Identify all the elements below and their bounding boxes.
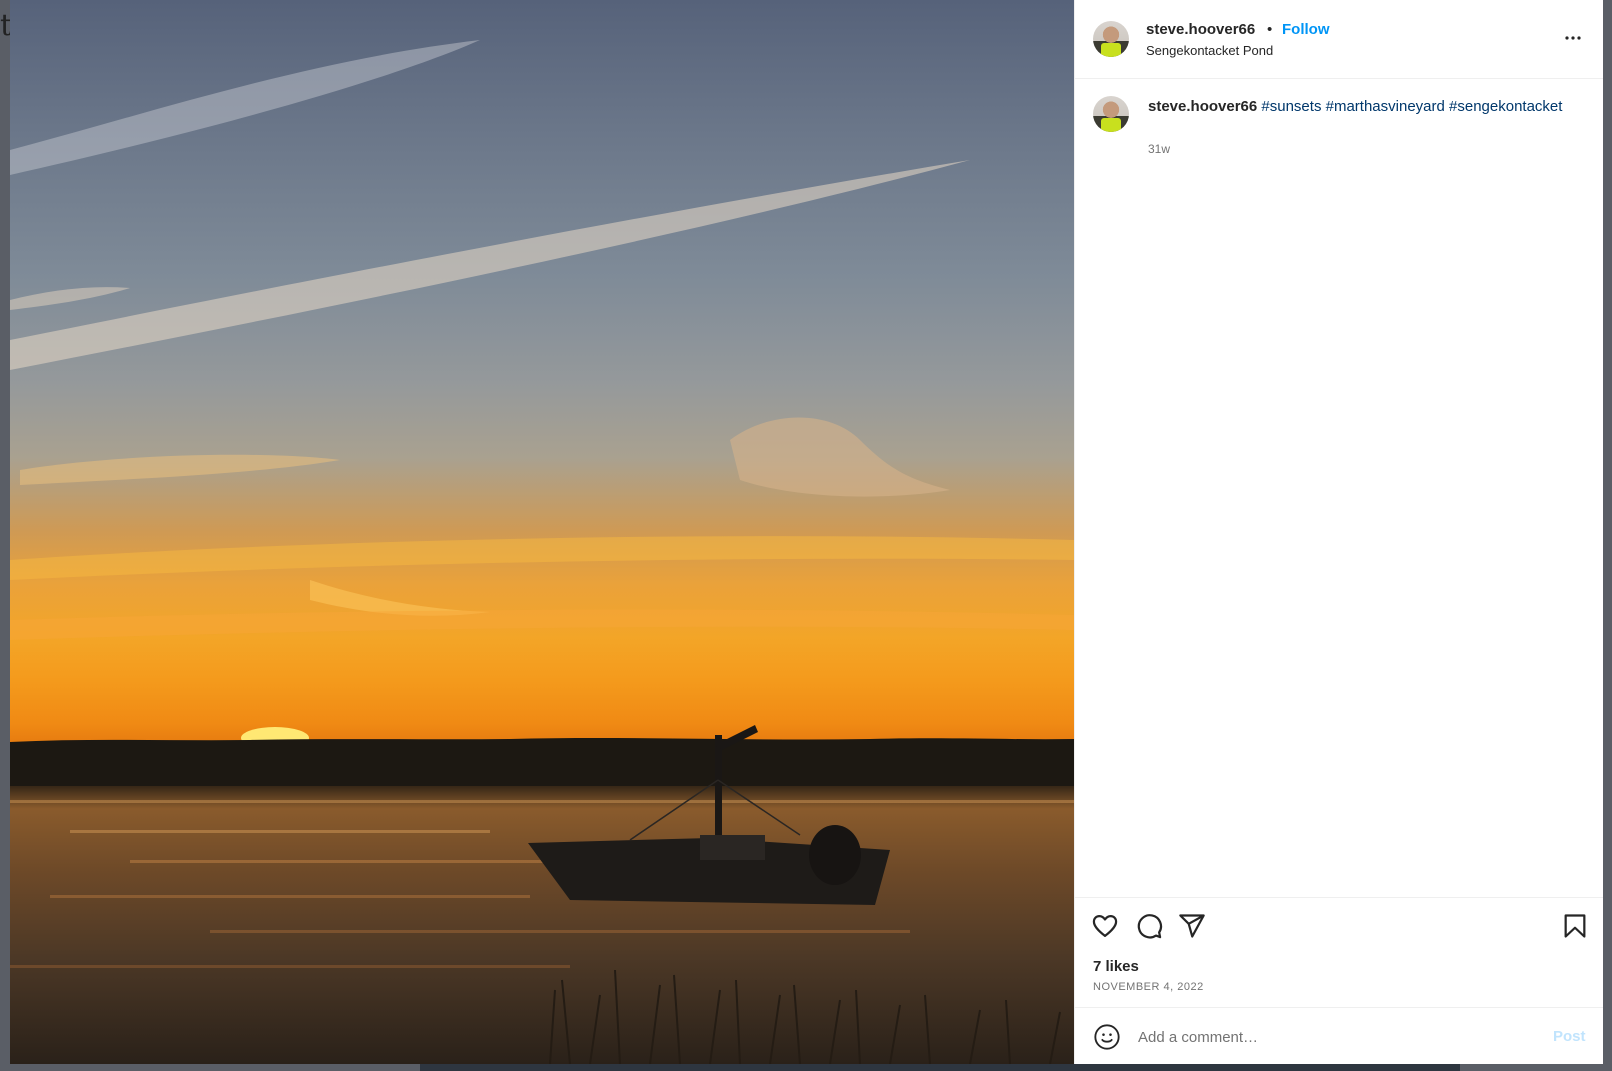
- cloud-streak: [10, 287, 130, 310]
- hashtag-link[interactable]: #sengekontacket: [1449, 98, 1562, 115]
- hashtag-link[interactable]: #sunsets: [1261, 98, 1321, 115]
- cloud-streak: [10, 40, 480, 175]
- bookmark-icon[interactable]: [1561, 912, 1589, 940]
- cloud-puff: [730, 417, 950, 497]
- follow-button[interactable]: Follow: [1282, 21, 1330, 38]
- caption-username[interactable]: steve.hoover66: [1148, 98, 1257, 115]
- treeline: [10, 738, 1074, 786]
- post-comment-button[interactable]: Post: [1553, 1028, 1586, 1045]
- cloud-streak: [310, 580, 490, 616]
- caption-avatar[interactable]: [1093, 96, 1129, 132]
- post-photo[interactable]: [10, 0, 1074, 1064]
- comment-icon[interactable]: [1135, 912, 1163, 940]
- backdrop-strip: [420, 1064, 1460, 1071]
- marsh-grass: [549, 969, 1061, 1064]
- comment-input[interactable]: [1136, 1021, 1520, 1053]
- sunset-photo-illustration: [10, 40, 1074, 1064]
- cloud-streak: [10, 609, 1074, 640]
- post-actions: 7 likes NOVEMBER 4, 2022: [1075, 897, 1603, 1008]
- water-ripples: [10, 800, 1074, 968]
- post-header: steve.hoover66 • Follow Sengekontacket P…: [1075, 0, 1603, 79]
- post-location[interactable]: Sengekontacket Pond: [1146, 43, 1273, 58]
- comment-bar: Post: [1075, 1007, 1603, 1065]
- separator-dot: •: [1267, 21, 1273, 38]
- cloud-streak: [20, 454, 340, 485]
- emoji-icon[interactable]: [1093, 1023, 1121, 1051]
- author-avatar[interactable]: [1093, 21, 1129, 57]
- caption-text: steve.hoover66 #sunsets #marthasvineyard…: [1148, 97, 1568, 116]
- post-side-panel: steve.hoover66 • Follow Sengekontacket P…: [1074, 0, 1603, 1064]
- hashtag-link[interactable]: #marthasvineyard: [1326, 98, 1445, 115]
- post-date: NOVEMBER 4, 2022: [1093, 981, 1204, 993]
- heart-icon[interactable]: [1091, 912, 1119, 940]
- modal-backdrop[interactable]: t steve.hoover66 • Follow Sengekontacket…: [0, 0, 1612, 1071]
- avatar-photo-icon: [1101, 43, 1121, 57]
- cloud-streak: [10, 160, 970, 370]
- author-username[interactable]: steve.hoover66: [1146, 21, 1255, 38]
- cloud-streak: [10, 536, 1074, 580]
- avatar-photo-icon: [1101, 118, 1121, 132]
- share-icon[interactable]: [1178, 912, 1206, 940]
- caption-age[interactable]: 31w: [1148, 142, 1170, 156]
- likes-count[interactable]: 7 likes: [1093, 958, 1139, 975]
- more-options-icon[interactable]: [1561, 26, 1585, 50]
